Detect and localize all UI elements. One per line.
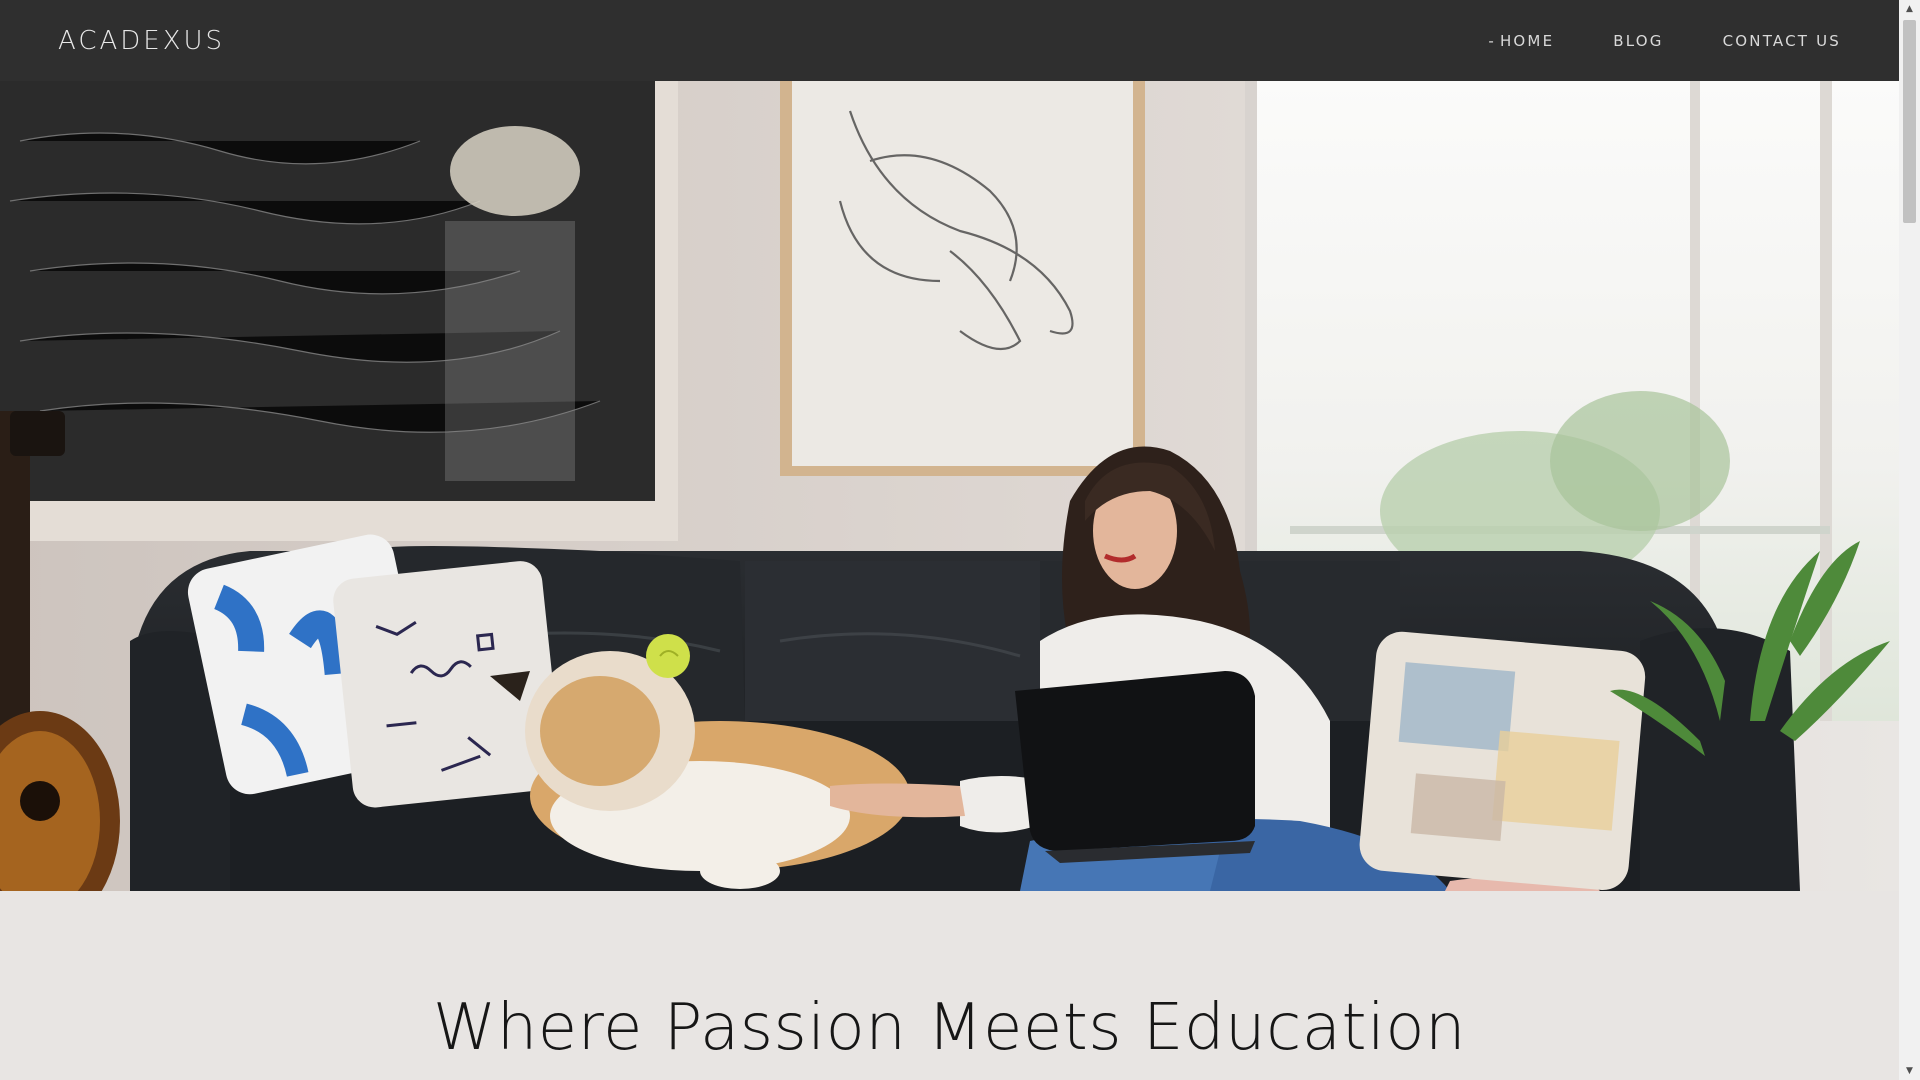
site-logo[interactable]: ACADEXUS [58,26,225,56]
hero-illustration [0,81,1899,891]
page-headline: Where Passion Meets Education [432,991,1467,1065]
vertical-scrollbar[interactable]: ▲ ▼ [1899,0,1920,1080]
arrow-down-icon[interactable]: ▼ [1899,1062,1920,1080]
nav-home-link[interactable]: - HOME [1488,32,1554,50]
nav-blog-link[interactable]: BLOG [1613,32,1663,50]
intro-section: Where Passion Meets Education [0,891,1899,1080]
nav-active-dash: - [1488,31,1496,50]
page: ACADEXUS - HOME BLOG CONTACT US Where Pa… [0,0,1899,1080]
main-nav: - HOME BLOG CONTACT US [1429,32,1841,50]
arrow-up-icon[interactable]: ▲ [1899,0,1920,18]
hero-image [0,81,1899,891]
nav-contact-link[interactable]: CONTACT US [1723,32,1841,50]
site-header: ACADEXUS - HOME BLOG CONTACT US [0,0,1899,81]
scroll-thumb[interactable] [1903,20,1916,223]
nav-home-label: HOME [1499,31,1555,50]
